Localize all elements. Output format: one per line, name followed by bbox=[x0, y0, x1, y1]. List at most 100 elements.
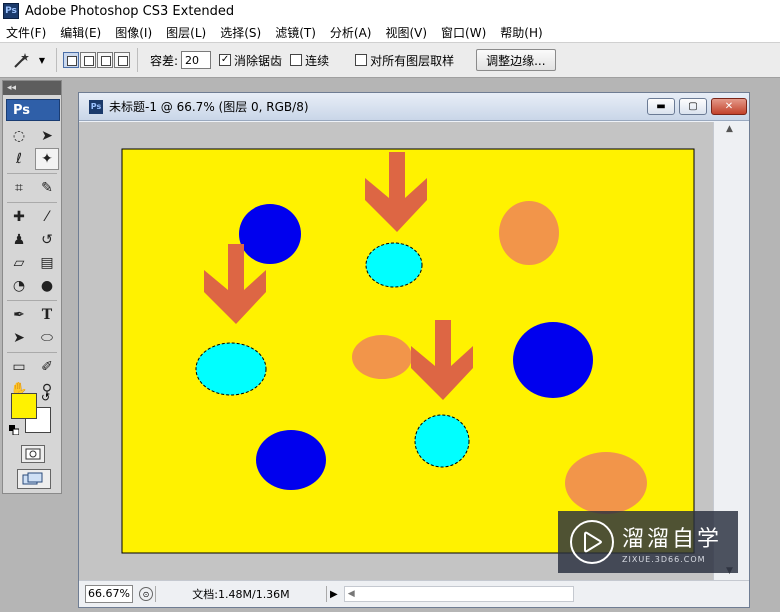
notes-tool[interactable]: ▭ bbox=[7, 356, 31, 378]
play-icon bbox=[584, 531, 602, 553]
antialias-label: 消除锯齿 bbox=[234, 53, 283, 68]
scroll-up-icon[interactable]: ▲ bbox=[726, 124, 733, 134]
watermark-url: ZIXUE.3D66.COM bbox=[622, 554, 706, 564]
eyedropper-icon: ✐ bbox=[41, 359, 53, 375]
app-titlebar: Ps Adobe Photoshop CS3 Extended bbox=[0, 0, 780, 22]
healing-brush-tool[interactable]: ✚ bbox=[7, 206, 31, 228]
dodge-tool[interactable]: ● bbox=[35, 275, 59, 297]
maximize-button[interactable]: ▢ bbox=[679, 98, 707, 115]
options-bar: ▼ 容差: ✓ 消除锯齿 连续 对所有图层取样 调整边缘... bbox=[0, 42, 780, 78]
close-icon: ✕ bbox=[724, 101, 734, 112]
blue-circle bbox=[513, 322, 593, 398]
type-icon: T bbox=[41, 307, 53, 323]
horizontal-scrollbar[interactable]: ◀ bbox=[343, 586, 574, 602]
contiguous-label: 连续 bbox=[305, 53, 330, 68]
menu-file[interactable]: 文件(F) bbox=[6, 24, 46, 41]
menu-select[interactable]: 选择(S) bbox=[220, 24, 261, 41]
scroll-left-icon[interactable]: ◀ bbox=[348, 589, 355, 599]
magic-wand-icon bbox=[14, 53, 29, 68]
path-selection-tool[interactable]: ➤ bbox=[7, 327, 31, 349]
watermark-title: 溜溜自学 bbox=[622, 526, 723, 552]
status-menu-arrow-icon[interactable]: ▶ bbox=[330, 589, 338, 600]
tool-grid: ⌗ ✎ bbox=[3, 177, 61, 199]
subtract-from-selection-button[interactable] bbox=[97, 52, 113, 68]
minimize-button[interactable]: ▬ bbox=[647, 98, 675, 115]
selected-cyan-ellipse bbox=[195, 342, 267, 396]
crop-tool[interactable]: ⌗ bbox=[7, 177, 31, 199]
blue-circle bbox=[239, 204, 301, 264]
refine-edge-button[interactable]: 调整边缘... bbox=[476, 49, 556, 71]
blue-circle bbox=[256, 430, 326, 490]
toolbox-collapse-handle[interactable]: ◂◂ bbox=[3, 81, 61, 95]
marquee-tool[interactable]: ◌ bbox=[7, 125, 31, 147]
tolerance-label: 容差: bbox=[150, 53, 179, 68]
brush-tool[interactable]: ⁄ bbox=[35, 206, 59, 228]
screen-mode-button[interactable] bbox=[17, 469, 51, 489]
antialias-checkbox[interactable]: ✓ 消除锯齿 bbox=[219, 52, 282, 69]
orange-ellipse bbox=[352, 335, 412, 379]
tolerance-input[interactable] bbox=[181, 51, 212, 69]
document-size-info[interactable]: 文档:1.48M/1.36M bbox=[155, 586, 327, 602]
move-tool[interactable]: ➤ bbox=[35, 125, 59, 147]
menu-help[interactable]: 帮助(H) bbox=[500, 24, 542, 41]
menu-filter[interactable]: 滤镜(T) bbox=[275, 24, 316, 41]
intersect-selection-button[interactable] bbox=[114, 52, 130, 68]
menu-window[interactable]: 窗口(W) bbox=[441, 24, 486, 41]
clone-stamp-tool[interactable]: ♟ bbox=[7, 229, 31, 251]
screen-mode-icon bbox=[22, 472, 43, 485]
magic-wand-tool[interactable]: ✦ bbox=[35, 148, 59, 170]
divider bbox=[7, 173, 57, 174]
orange-ellipse bbox=[499, 201, 559, 265]
close-button[interactable]: ✕ bbox=[711, 98, 747, 115]
quick-mask-button[interactable] bbox=[21, 445, 45, 463]
menu-layer[interactable]: 图层(L) bbox=[166, 24, 206, 41]
play-logo-icon bbox=[570, 520, 614, 564]
toolbox-panel: ◂◂ Ps ◌ ➤ ℓ ✦ ⌗ ✎ ✚ ⁄ ♟ ↺ ▱ ▤ ◔ ● ✒ T ➤ … bbox=[2, 80, 62, 494]
shape-tool[interactable]: ⬭ bbox=[35, 327, 59, 349]
watermark: 溜溜自学 ZIXUE.3D66.COM bbox=[558, 511, 738, 573]
divider bbox=[137, 48, 138, 72]
slice-tool[interactable]: ✎ bbox=[35, 177, 59, 199]
eyedropper-tool[interactable]: ✐ bbox=[35, 356, 59, 378]
menu-edit[interactable]: 编辑(E) bbox=[60, 24, 101, 41]
menu-image[interactable]: 图像(I) bbox=[115, 24, 152, 41]
status-info-icon[interactable]: ⊙ bbox=[139, 587, 153, 601]
gradient-tool[interactable]: ▤ bbox=[35, 252, 59, 274]
quick-mask-icon bbox=[25, 448, 41, 460]
photoshop-document-icon: Ps bbox=[89, 99, 103, 114]
eraser-icon: ▱ bbox=[13, 255, 25, 271]
zoom-level-field[interactable]: 66.67% bbox=[85, 585, 133, 603]
add-to-selection-button[interactable] bbox=[80, 52, 96, 68]
document-title: 未标题-1 @ 66.7% (图层 0, RGB/8) bbox=[109, 100, 309, 114]
lasso-tool[interactable]: ℓ bbox=[7, 148, 31, 170]
path-selection-icon: ➤ bbox=[13, 330, 25, 346]
eraser-tool[interactable]: ▱ bbox=[7, 252, 31, 274]
photoshop-app-icon: Ps bbox=[3, 3, 19, 19]
document-titlebar[interactable]: Ps 未标题-1 @ 66.7% (图层 0, RGB/8) ▬ ▢ ✕ bbox=[79, 93, 749, 121]
crop-icon: ⌗ bbox=[15, 180, 23, 196]
blur-tool[interactable]: ◔ bbox=[7, 275, 31, 297]
selected-cyan-ellipse bbox=[365, 242, 423, 288]
healing-brush-icon: ✚ bbox=[13, 209, 25, 225]
photoshop-logo[interactable]: Ps bbox=[6, 99, 60, 121]
orange-ellipse bbox=[565, 452, 647, 514]
gradient-icon: ▤ bbox=[40, 255, 54, 271]
default-colors-icon[interactable] bbox=[9, 425, 19, 435]
menu-view[interactable]: 视图(V) bbox=[385, 24, 427, 41]
type-tool[interactable]: T bbox=[35, 304, 59, 326]
menu-analysis[interactable]: 分析(A) bbox=[330, 24, 372, 41]
pen-tool[interactable]: ✒ bbox=[7, 304, 31, 326]
swap-colors-icon[interactable]: ↺ bbox=[41, 391, 50, 404]
checkbox-unchecked-icon bbox=[355, 54, 368, 66]
tool-preset-picker[interactable]: ▼ bbox=[6, 48, 50, 72]
foreground-color-swatch[interactable] bbox=[11, 393, 37, 419]
contiguous-checkbox[interactable]: 连续 bbox=[290, 52, 329, 69]
move-icon: ➤ bbox=[41, 128, 53, 144]
history-brush-tool[interactable]: ↺ bbox=[35, 229, 59, 251]
chevron-down-icon: ▼ bbox=[38, 55, 45, 65]
checkbox-unchecked-icon bbox=[290, 54, 303, 66]
shape-icon: ⬭ bbox=[41, 330, 53, 346]
sample-all-layers-checkbox[interactable]: 对所有图层取样 bbox=[355, 52, 454, 69]
new-selection-button[interactable] bbox=[63, 52, 79, 68]
menu-bar: 文件(F) 编辑(E) 图像(I) 图层(L) 选择(S) 滤镜(T) 分析(A… bbox=[0, 22, 780, 42]
